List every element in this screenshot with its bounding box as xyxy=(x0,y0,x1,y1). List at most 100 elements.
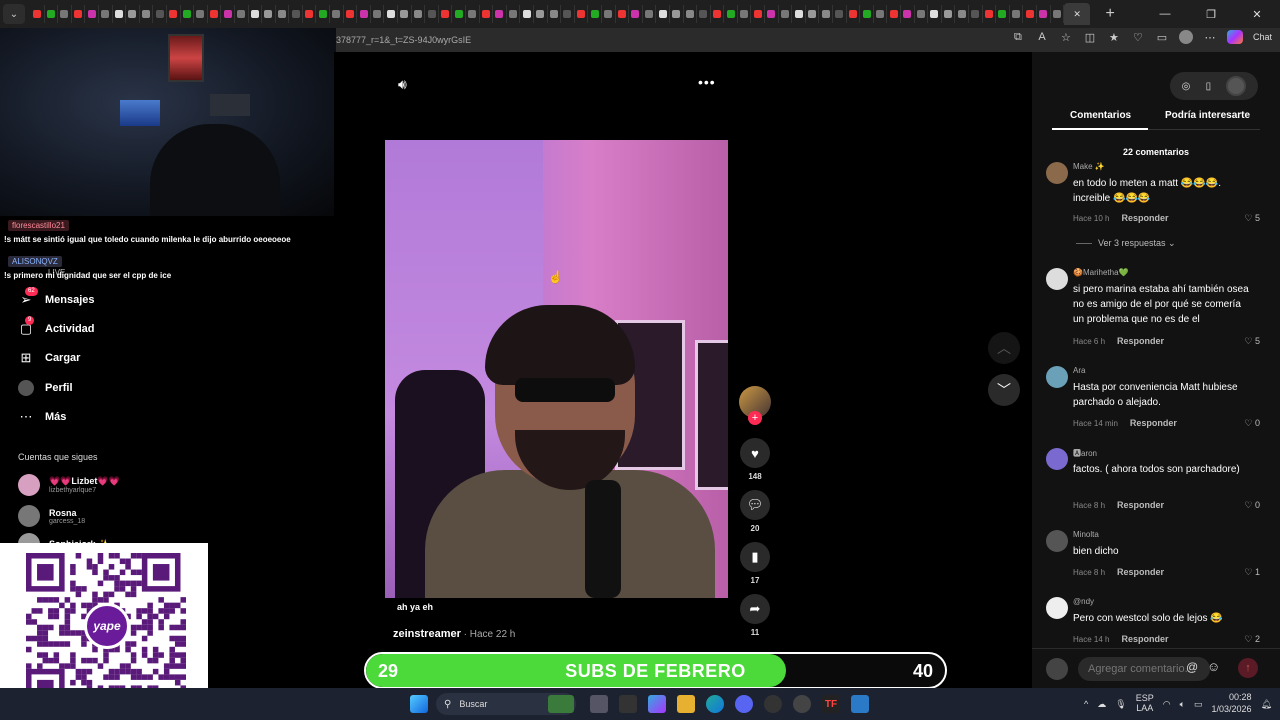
store-icon[interactable] xyxy=(619,695,637,713)
reply-button[interactable]: Responder xyxy=(1130,418,1177,428)
browser-tab[interactable] xyxy=(466,5,480,23)
browser-tab[interactable] xyxy=(72,5,86,23)
comment-user[interactable]: Ara xyxy=(1073,366,1085,375)
chat-label[interactable]: Chat xyxy=(1253,32,1272,42)
collections-icon[interactable]: ▭ xyxy=(1155,31,1169,44)
next-video-button[interactable]: ﹀ xyxy=(988,374,1020,406)
browser-tab[interactable] xyxy=(303,5,317,23)
browser-tab[interactable] xyxy=(779,5,793,23)
chevron-up-icon[interactable]: ^ xyxy=(1084,699,1088,709)
video-player[interactable] xyxy=(385,140,728,598)
browser-tab[interactable] xyxy=(412,5,426,23)
file-explorer-icon[interactable] xyxy=(677,695,695,713)
save-action[interactable]: ▮ 17 xyxy=(739,542,771,585)
tab-podria-interesarte[interactable]: Podría interesarte xyxy=(1165,110,1250,121)
comment-like[interactable]: ♡ 2 xyxy=(1244,634,1260,645)
mention-icon[interactable]: @ xyxy=(1186,660,1198,674)
tab-actions-menu[interactable]: ⌄ xyxy=(3,4,25,24)
browser-tab[interactable] xyxy=(1023,5,1037,23)
author-name[interactable]: zeinstreamer xyxy=(393,628,461,640)
video-author[interactable]: zeinstreamer · Hace 22 h xyxy=(393,628,515,640)
following-account[interactable]: Rosna garcess_18 xyxy=(18,505,85,527)
previous-video-button[interactable]: ︿ xyxy=(988,332,1020,364)
comment-user[interactable]: Make ✨ xyxy=(1073,162,1105,171)
sidebar-item-perfil[interactable]: Perfil xyxy=(18,378,73,398)
share-action[interactable]: ➦ 11 xyxy=(739,594,771,637)
comment-like[interactable]: ♡ 1 xyxy=(1244,567,1260,578)
comment-user[interactable]: Minolta xyxy=(1073,530,1099,539)
browser-tab[interactable] xyxy=(371,5,385,23)
copilot-icon[interactable] xyxy=(1226,30,1243,44)
browser-tab[interactable] xyxy=(738,5,752,23)
comment-like[interactable]: ♡ 5 xyxy=(1244,336,1260,347)
browser-tab[interactable] xyxy=(425,5,439,23)
browser-tab[interactable] xyxy=(860,5,874,23)
browser-tab[interactable] xyxy=(45,5,59,23)
translate-icon[interactable]: A xyxy=(1035,31,1049,43)
browser-tab[interactable] xyxy=(670,5,684,23)
browser-tab[interactable] xyxy=(249,5,263,23)
browser-tab[interactable] xyxy=(208,5,222,23)
windows-start-icon[interactable] xyxy=(410,695,428,713)
browser-tab[interactable] xyxy=(398,5,412,23)
sidebar-item-actividad[interactable]: ▢ 9 Actividad xyxy=(18,316,95,339)
creator-avatar[interactable]: + xyxy=(739,386,771,425)
browser-tab[interactable] xyxy=(806,5,820,23)
more-options-icon[interactable]: ••• xyxy=(698,74,716,90)
compass-icon[interactable]: ◎ xyxy=(1182,81,1191,92)
share-arrow-icon[interactable]: ➦ xyxy=(740,594,770,624)
like-action[interactable]: ♥ 148 xyxy=(739,438,771,481)
avatar[interactable] xyxy=(1046,597,1068,619)
browser-tab[interactable] xyxy=(85,5,99,23)
close-window-icon[interactable]: ✕ xyxy=(1234,0,1280,28)
browser-tab[interactable] xyxy=(616,5,630,23)
browser-tab[interactable] xyxy=(983,5,997,23)
browser-tab[interactable] xyxy=(588,5,602,23)
browser-tab[interactable] xyxy=(113,5,127,23)
language-indicator[interactable]: ESP LAA xyxy=(1136,694,1154,714)
volume-icon[interactable]: 🔊︎ xyxy=(398,76,407,93)
open-in-app-icon[interactable]: ⧉ xyxy=(1011,31,1025,44)
browser-tab[interactable] xyxy=(181,5,195,23)
reply-button[interactable]: Responder xyxy=(1117,336,1164,346)
volume-tray-icon[interactable]: 🔈︎ xyxy=(1180,699,1185,710)
browser-tab[interactable] xyxy=(316,5,331,23)
browser-tab[interactable] xyxy=(344,5,358,23)
notifications-icon[interactable]: 🔔︎ xyxy=(1261,699,1272,710)
profile-avatar[interactable] xyxy=(1178,30,1193,44)
browser-tab[interactable] xyxy=(384,5,399,23)
app-icon[interactable] xyxy=(764,695,782,713)
browser-tab[interactable] xyxy=(1010,5,1024,23)
browser-tab[interactable] xyxy=(507,5,521,23)
browser-tab[interactable] xyxy=(534,5,548,23)
browser-tab[interactable] xyxy=(575,5,589,23)
browser-tab[interactable] xyxy=(126,5,140,23)
avatar[interactable] xyxy=(1046,366,1068,388)
comment-user[interactable]: @ndy xyxy=(1073,597,1094,606)
close-tab-icon[interactable]: ✕ xyxy=(1073,9,1081,20)
browser-tab[interactable] xyxy=(167,5,181,23)
reply-button[interactable]: Responder xyxy=(1121,213,1168,223)
heart-icon[interactable]: ♥ xyxy=(740,438,770,468)
browser-tab[interactable] xyxy=(847,5,861,23)
sidebar-item-mensajes[interactable]: ➢ 62 Mensajes xyxy=(18,287,95,310)
browser-tab[interactable] xyxy=(629,5,643,23)
active-browser-tab[interactable]: ✕ xyxy=(1064,3,1091,25)
reply-button[interactable]: Responder xyxy=(1117,567,1164,577)
comment-user[interactable]: 🍪Marihetha💚 xyxy=(1073,268,1129,277)
browser-tab[interactable] xyxy=(1037,5,1051,23)
browser-tab[interactable] xyxy=(833,5,847,23)
browser-tab[interactable] xyxy=(330,5,344,23)
comment-like[interactable]: ♡ 5 xyxy=(1244,213,1260,224)
comment-like[interactable]: ♡ 0 xyxy=(1244,418,1260,429)
browser-tab[interactable] xyxy=(711,5,725,23)
browser-tab[interactable] xyxy=(1051,5,1065,23)
wifi-icon[interactable]: ◠ xyxy=(1163,699,1171,710)
browser-tab[interactable] xyxy=(697,5,711,23)
browser-tab[interactable] xyxy=(901,5,915,23)
browser-tab[interactable] xyxy=(31,5,45,23)
browser-tab[interactable] xyxy=(996,5,1010,23)
settings-more-icon[interactable]: ⋯ xyxy=(1203,31,1217,44)
browser-tab[interactable] xyxy=(58,5,72,23)
browser-tab[interactable] xyxy=(724,5,738,23)
